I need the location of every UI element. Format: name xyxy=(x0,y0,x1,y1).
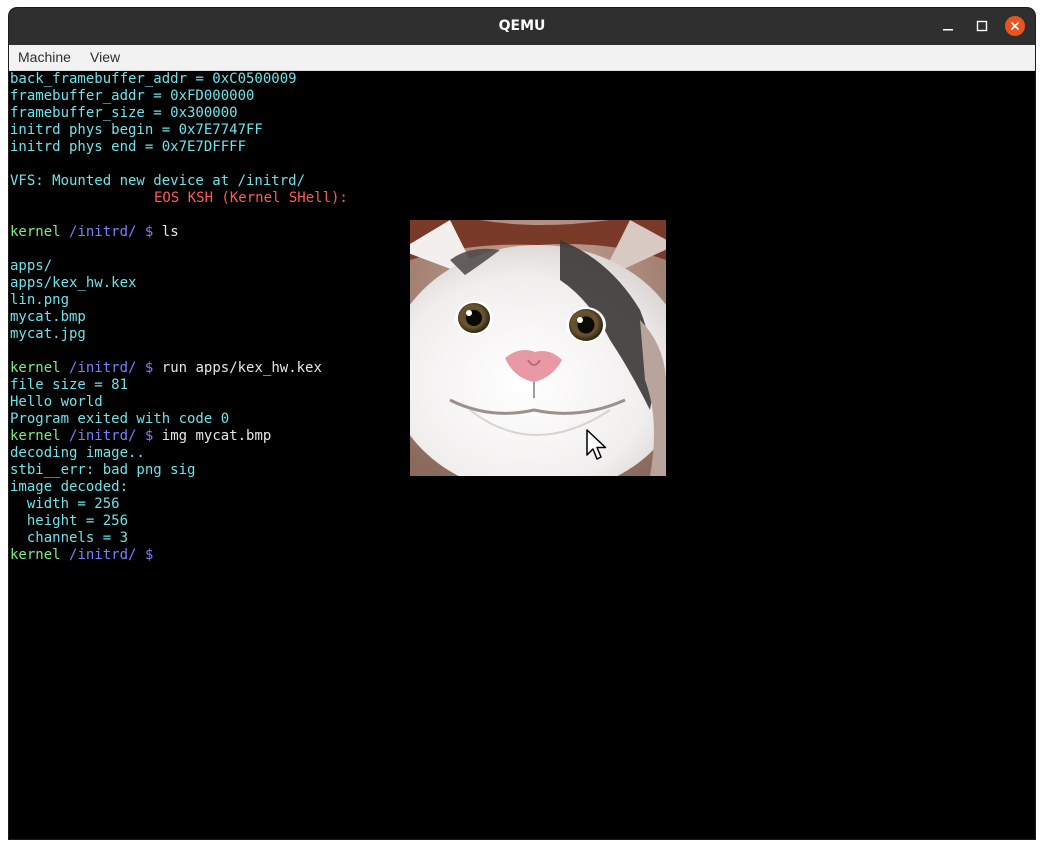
terminal-line: mycat.bmp xyxy=(10,309,86,325)
maximize-icon[interactable] xyxy=(971,15,993,37)
mouse-pointer-icon xyxy=(586,429,607,460)
prompt-user: kernel xyxy=(10,547,61,563)
prompt-line: kernel /initrd/ $ img mycat.bmp xyxy=(10,428,271,445)
terminal-line: width = 256 xyxy=(10,496,120,512)
prompt-user: kernel xyxy=(10,428,61,444)
shell-banner: EOS KSH (Kernel SHell): xyxy=(154,190,348,206)
terminal-line: stbi__err: bad png sig xyxy=(10,462,196,478)
terminal-line: initrd phys end = 0x7E7DFFFF xyxy=(10,139,247,155)
prompt-command: img mycat.bmp xyxy=(161,428,272,444)
terminal-line: VFS: Mounted new device at /initrd/ xyxy=(10,173,306,189)
terminal-line: Program exited with code 0 xyxy=(10,411,230,427)
terminal-line: file size = 81 xyxy=(10,377,129,393)
prompt-command: run apps/kex_hw.kex xyxy=(161,360,322,376)
menu-machine[interactable]: Machine xyxy=(18,49,71,65)
terminal-line: apps/ xyxy=(10,258,53,274)
prompt-symbol: $ xyxy=(144,428,154,444)
prompt-path: /initrd/ xyxy=(69,224,137,240)
prompt-symbol: $ xyxy=(144,224,154,240)
terminal-screen[interactable]: back_framebuffer_addr = 0xC0500009 frame… xyxy=(9,71,1035,839)
prompt-user: kernel xyxy=(10,360,61,376)
terminal-line: framebuffer_addr = 0xFD000000 xyxy=(10,88,255,104)
menu-view[interactable]: View xyxy=(90,49,120,65)
window-title: QEMU xyxy=(498,18,546,34)
terminal-line: channels = 3 xyxy=(10,530,129,546)
terminal-line: back_framebuffer_addr = 0xC0500009 xyxy=(10,71,297,87)
terminal-line: mycat.jpg xyxy=(10,326,86,342)
close-icon[interactable] xyxy=(1005,16,1025,36)
terminal-line: framebuffer_size = 0x300000 xyxy=(10,105,238,121)
qemu-window: QEMU Machine View back_framebuffer_addr … xyxy=(9,8,1035,839)
terminal-line: image decoded: xyxy=(10,479,129,495)
terminal-line: decoding image.. xyxy=(10,445,145,461)
title-bar[interactable]: QEMU xyxy=(9,8,1035,45)
prompt-line: kernel /initrd/ $ run apps/kex_hw.kex xyxy=(10,360,322,377)
prompt-path: /initrd/ xyxy=(69,547,137,563)
prompt-symbol: $ xyxy=(144,547,154,563)
decoded-cat-image xyxy=(410,220,666,476)
prompt-line: kernel /initrd/ $ xyxy=(10,547,153,564)
minimize-icon[interactable] xyxy=(937,15,959,37)
terminal-line: Hello world xyxy=(10,394,103,410)
terminal-line: lin.png xyxy=(10,292,70,308)
prompt-command: ls xyxy=(161,224,179,240)
prompt-symbol: $ xyxy=(144,360,154,376)
terminal-line: initrd phys begin = 0x7E7747FF xyxy=(10,122,263,138)
terminal-line: height = 256 xyxy=(10,513,129,529)
prompt-path: /initrd/ xyxy=(69,360,137,376)
prompt-user: kernel xyxy=(10,224,61,240)
prompt-line: kernel /initrd/ $ ls xyxy=(10,224,179,241)
prompt-path: /initrd/ xyxy=(69,428,137,444)
terminal-line: apps/kex_hw.kex xyxy=(10,275,137,291)
menu-bar: Machine View xyxy=(9,45,1035,71)
